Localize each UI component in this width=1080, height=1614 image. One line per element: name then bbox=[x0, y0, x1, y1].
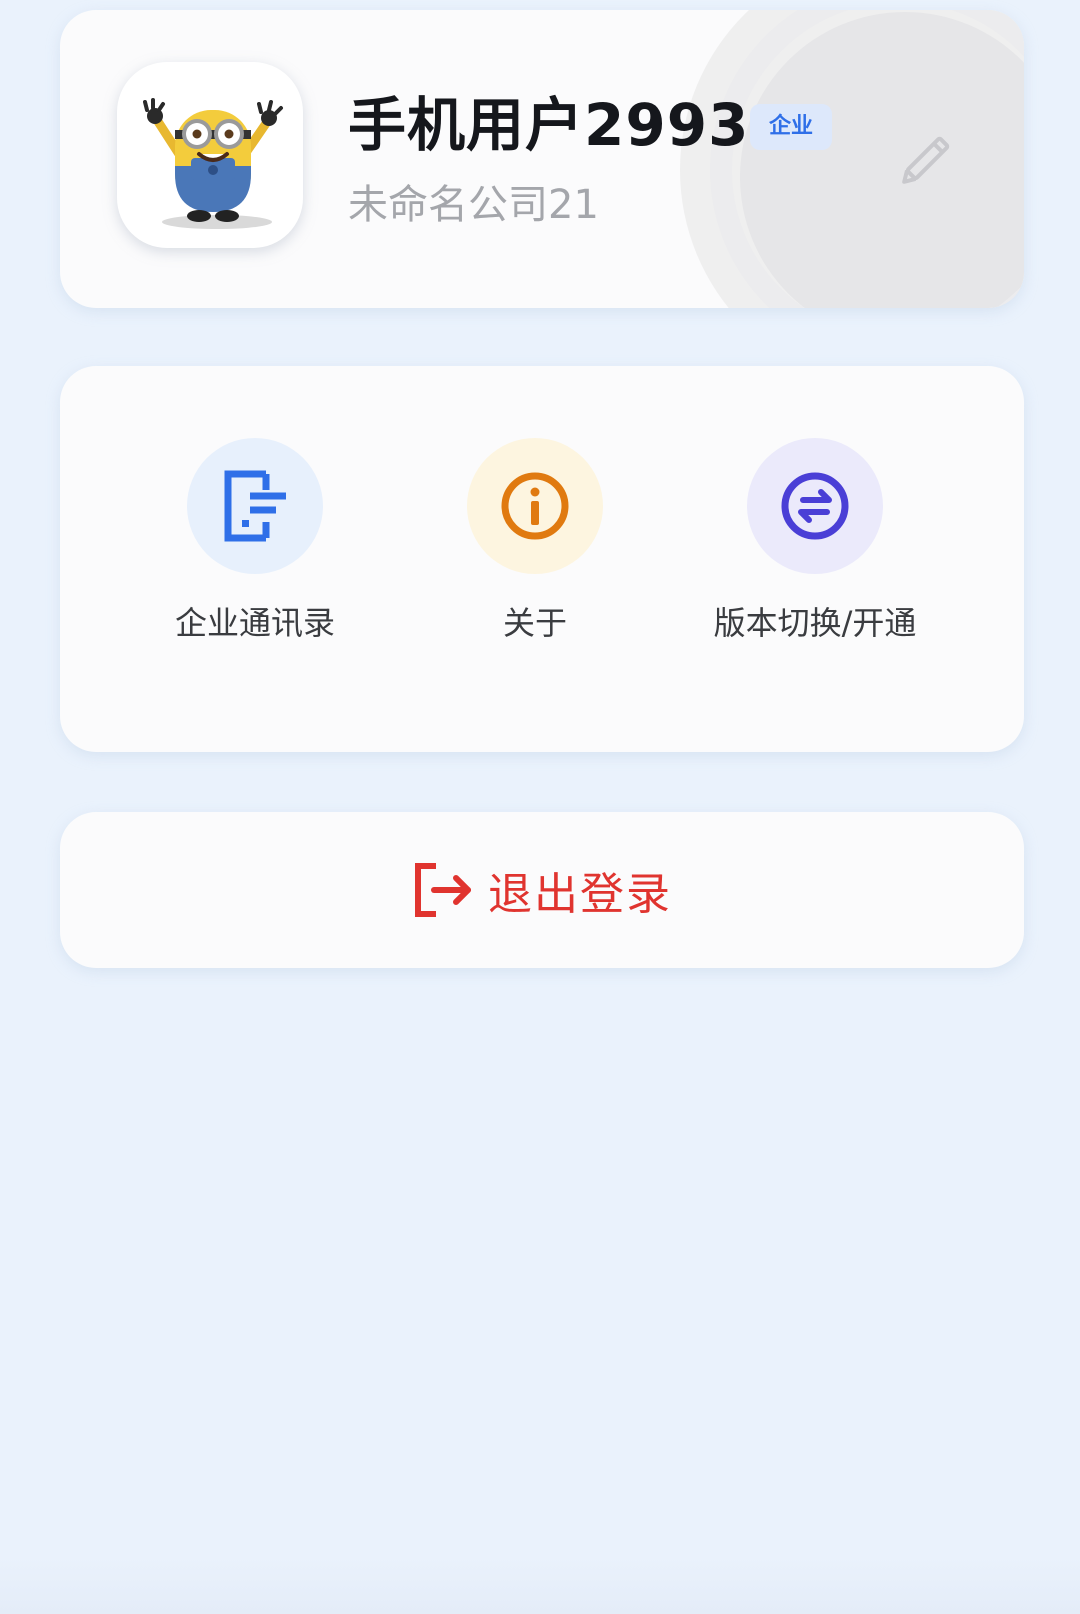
bottom-fade bbox=[0, 1554, 1080, 1614]
contacts-icon-circle bbox=[187, 438, 323, 574]
menu-item-version-switch[interactable]: 版本切换/开通 bbox=[685, 438, 945, 644]
logout-icon bbox=[415, 863, 471, 917]
enterprise-badge: 企业 bbox=[750, 104, 832, 150]
avatar[interactable] bbox=[117, 62, 303, 248]
info-icon bbox=[501, 472, 569, 540]
about-icon-circle bbox=[467, 438, 603, 574]
menu-item-about[interactable]: 关于 bbox=[405, 438, 665, 644]
menu-item-label: 版本切换/开通 bbox=[713, 604, 917, 642]
switch-arrows-icon bbox=[781, 472, 849, 540]
version-icon-circle bbox=[747, 438, 883, 574]
logout-button[interactable]: 退出登录 bbox=[60, 812, 1024, 968]
contacts-book-icon bbox=[224, 470, 286, 542]
user-name: 手机用户2993 bbox=[348, 91, 750, 159]
pencil-icon[interactable] bbox=[890, 128, 958, 196]
logout-label: 退出登录 bbox=[488, 869, 672, 920]
menu-item-label: 关于 bbox=[502, 604, 567, 642]
menu-card: 企业通讯录 关于 版本切换/开通 bbox=[60, 366, 1024, 752]
minion-avatar-icon bbox=[143, 98, 283, 229]
menu-item-label: 企业通讯录 bbox=[174, 604, 335, 642]
profile-card: 手机用户2993 企业 未命名公司21 bbox=[60, 10, 1024, 308]
decorative-ring bbox=[710, 10, 1024, 308]
menu-item-contacts[interactable]: 企业通讯录 bbox=[125, 438, 385, 644]
company-name: 未命名公司21 bbox=[348, 182, 599, 228]
